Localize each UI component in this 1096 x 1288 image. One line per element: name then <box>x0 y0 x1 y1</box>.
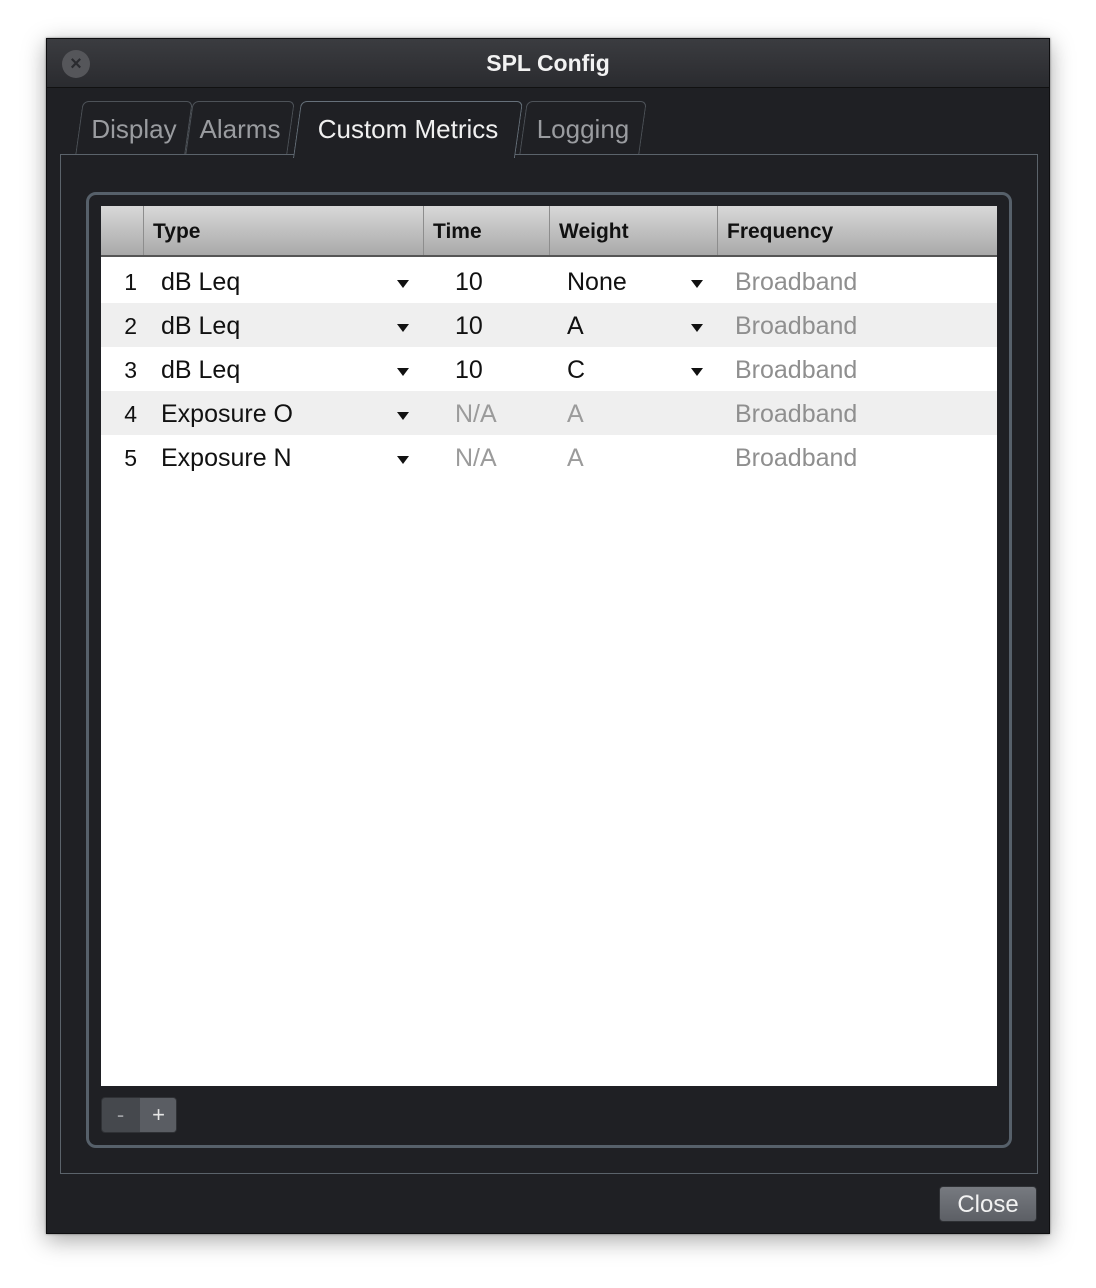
title-bar: × SPL Config <box>47 39 1049 88</box>
tab-custom-metrics-label: Custom Metrics <box>317 114 499 144</box>
tab-panel: Type Time Weight Frequency 1 dB Leq 10 N… <box>60 154 1038 1174</box>
time-field[interactable]: 10 <box>455 347 483 391</box>
chevron-down-icon[interactable] <box>691 259 703 303</box>
table-row[interactable]: 5 Exposure N N/A A Broadband <box>101 435 997 479</box>
header-index <box>101 206 143 255</box>
remove-row-button[interactable]: - <box>102 1098 139 1132</box>
tab-logging-label: Logging <box>536 114 630 144</box>
add-row-button[interactable]: + <box>140 1098 176 1132</box>
time-field: N/A <box>455 444 497 472</box>
tab-logging[interactable]: Logging <box>519 101 647 155</box>
row-number: 3 <box>124 357 137 383</box>
header-time[interactable]: Time <box>423 206 549 255</box>
type-select[interactable]: Exposure N <box>161 435 292 479</box>
time-field: N/A <box>455 400 497 428</box>
tab-custom-metrics[interactable]: Custom Metrics <box>292 101 524 158</box>
time-field[interactable]: 10 <box>455 303 483 347</box>
spl-config-window: × SPL Config Display Alarms Logging Cust… <box>46 38 1050 1234</box>
table-row[interactable]: 1 dB Leq 10 None Broadband <box>101 259 997 303</box>
add-remove-control: - + <box>101 1097 177 1133</box>
chevron-down-icon[interactable] <box>691 303 703 347</box>
time-field[interactable]: 10 <box>455 259 483 303</box>
table-row[interactable]: 3 dB Leq 10 C Broadband <box>101 347 997 391</box>
table-row[interactable]: 4 Exposure O N/A A Broadband <box>101 391 997 435</box>
weight-select[interactable]: C <box>567 347 585 391</box>
tab-display-label: Display <box>91 114 177 144</box>
frequency-field: Broadband <box>735 356 858 384</box>
tab-bar: Display Alarms Logging Custom Metrics <box>67 101 767 158</box>
type-select[interactable]: Exposure O <box>161 391 293 435</box>
frequency-field: Broadband <box>735 400 858 428</box>
row-number: 2 <box>124 313 137 339</box>
row-number: 4 <box>124 401 137 427</box>
type-select[interactable]: dB Leq <box>161 303 240 347</box>
chevron-down-icon[interactable] <box>397 303 409 347</box>
header-weight[interactable]: Weight <box>549 206 717 255</box>
weight-select[interactable]: None <box>567 259 627 303</box>
tab-alarms-label: Alarms <box>199 114 281 144</box>
close-button[interactable]: Close <box>939 1186 1037 1222</box>
weight-field: A <box>567 444 584 472</box>
chevron-down-icon[interactable] <box>397 259 409 303</box>
tab-display[interactable]: Display <box>75 101 193 155</box>
tab-alarms[interactable]: Alarms <box>185 101 295 155</box>
chevron-down-icon[interactable] <box>397 347 409 391</box>
frequency-field: Broadband <box>735 444 858 472</box>
metrics-group: Type Time Weight Frequency 1 dB Leq 10 N… <box>86 192 1012 1148</box>
window-title: SPL Config <box>486 50 610 76</box>
table-header: Type Time Weight Frequency <box>101 206 997 257</box>
chevron-down-icon[interactable] <box>397 391 409 435</box>
chevron-down-icon[interactable] <box>691 347 703 391</box>
weight-field: A <box>567 400 584 428</box>
header-type[interactable]: Type <box>143 206 423 255</box>
type-select[interactable]: dB Leq <box>161 347 240 391</box>
table-row[interactable]: 2 dB Leq 10 A Broadband <box>101 303 997 347</box>
frequency-field: Broadband <box>735 312 858 340</box>
type-select[interactable]: dB Leq <box>161 259 240 303</box>
frequency-field: Broadband <box>735 268 858 296</box>
chevron-down-icon[interactable] <box>397 435 409 479</box>
metrics-table: Type Time Weight Frequency 1 dB Leq 10 N… <box>101 206 997 1086</box>
row-number: 5 <box>124 445 137 471</box>
weight-select[interactable]: A <box>567 303 584 347</box>
row-number: 1 <box>124 269 137 295</box>
header-frequency[interactable]: Frequency <box>717 206 997 255</box>
